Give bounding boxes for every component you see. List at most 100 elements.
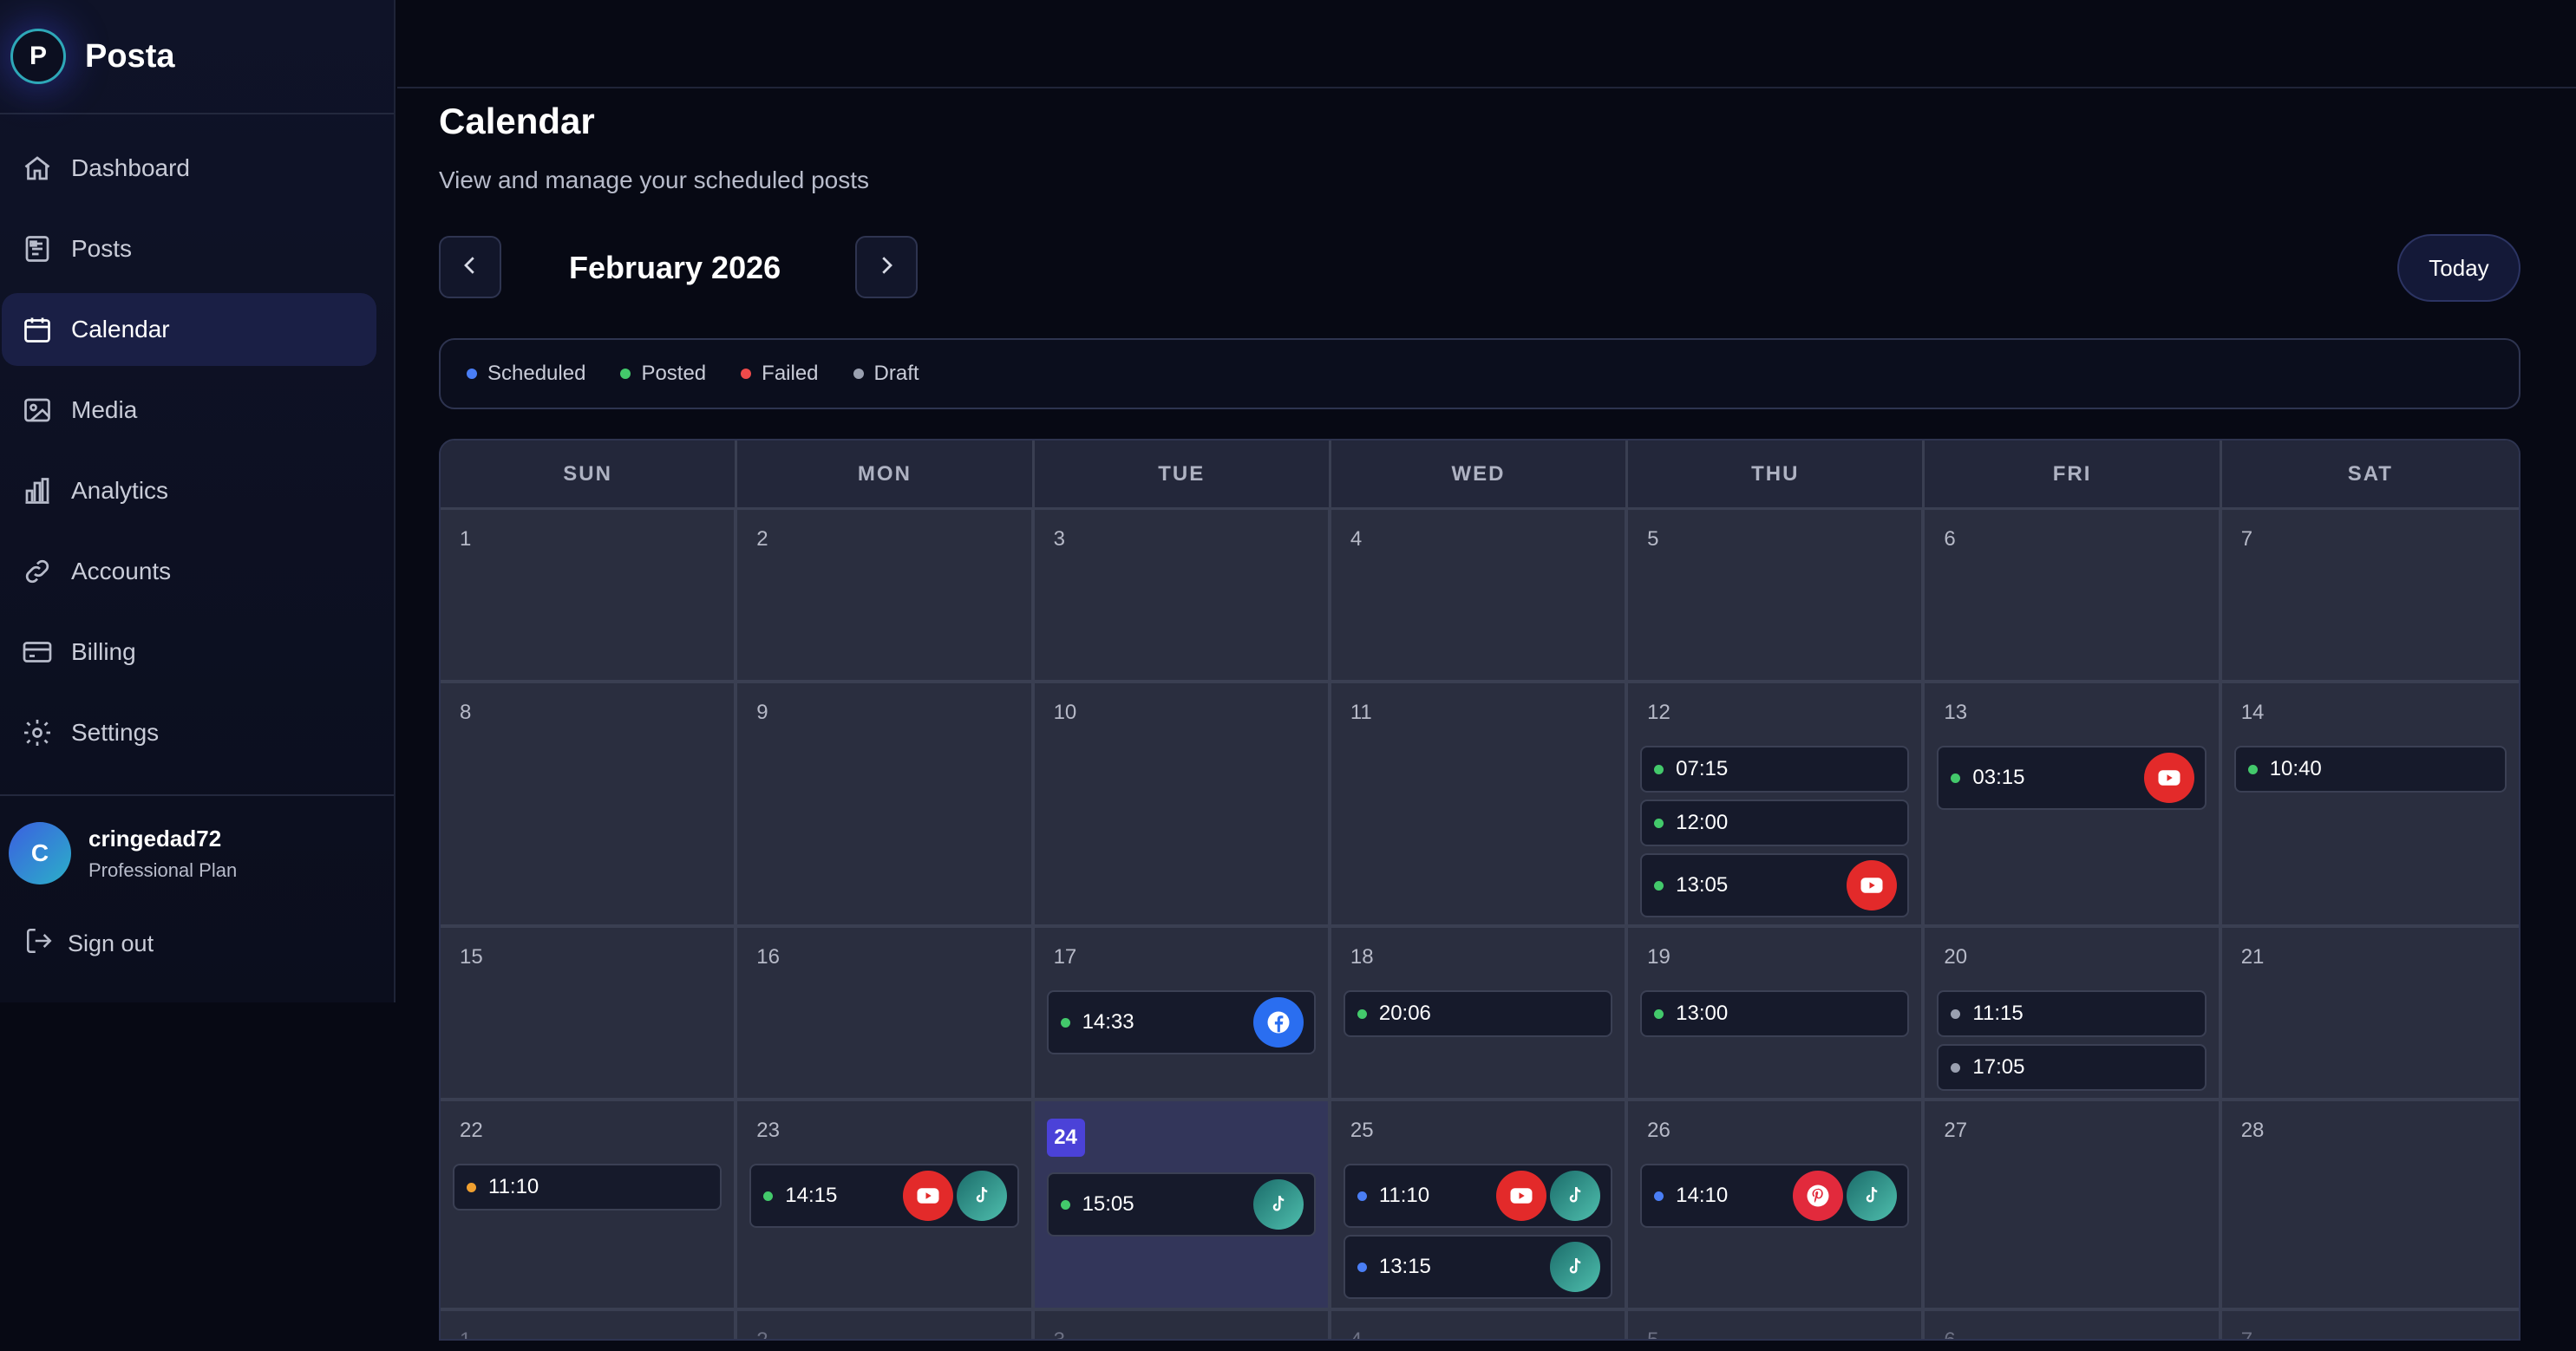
day-events: 14:33: [1046, 990, 1316, 1054]
day-cell[interactable]: 17 14:33: [1034, 928, 1331, 1098]
bar-chart-icon: [21, 474, 54, 507]
image-icon: [21, 394, 54, 427]
status-dot: [1654, 1191, 1664, 1201]
today-button[interactable]: Today: [2397, 234, 2520, 302]
previous-month-button[interactable]: [439, 236, 501, 298]
day-cell[interactable]: 27: [1925, 1101, 2222, 1308]
post-time: 13:15: [1378, 1255, 1431, 1278]
calendar-week: 1 2 3 4 5 6 7: [441, 1311, 2519, 1341]
day-cell[interactable]: 5: [1628, 510, 1925, 680]
status-dot: [1060, 1199, 1070, 1210]
day-cell[interactable]: 19 13:00: [1628, 928, 1925, 1098]
status-dot: [467, 1182, 476, 1192]
day-cell[interactable]: 18 20:06: [1330, 928, 1629, 1098]
sidebar-item-accounts[interactable]: Accounts: [2, 535, 376, 608]
post-event[interactable]: 10:40: [2233, 746, 2507, 793]
day-cell[interactable]: 3: [1034, 1311, 1331, 1339]
day-cell[interactable]: 6: [1925, 1311, 2222, 1339]
credit-card-icon: [21, 636, 54, 669]
post-event[interactable]: 12:00: [1640, 800, 1910, 846]
calendar-week: 8 9 10 11 12 07:15 12:00 13:05 13 03:15 14 10:40: [441, 683, 2519, 928]
status-legend: Scheduled Posted Failed Draft: [439, 338, 2520, 409]
day-cell[interactable]: 7: [2221, 510, 2519, 680]
sidebar-item-settings[interactable]: Settings: [2, 696, 376, 769]
day-cell[interactable]: 12 07:15 12:00 13:05: [1628, 683, 1925, 924]
sidebar-item-dashboard[interactable]: Dashboard: [2, 132, 376, 205]
day-number: 1: [460, 1328, 472, 1341]
day-cell[interactable]: 14 10:40: [2221, 683, 2519, 924]
post-event[interactable]: 14:33: [1046, 990, 1316, 1054]
day-cell[interactable]: 3: [1034, 510, 1331, 680]
day-cell[interactable]: 9: [737, 683, 1035, 924]
sidebar-item-calendar[interactable]: Calendar: [2, 293, 376, 366]
day-number: 14: [2240, 701, 2265, 724]
legend-label: Scheduled: [487, 362, 586, 385]
day-cell[interactable]: 23 14:15: [737, 1101, 1035, 1308]
day-cell[interactable]: 2: [737, 510, 1035, 680]
sidebar-item-label: Analytics: [71, 477, 169, 504]
post-event[interactable]: 13:00: [1640, 990, 1910, 1037]
brand-name: Posta: [85, 37, 175, 75]
sidebar-item-label: Settings: [71, 719, 160, 746]
post-event[interactable]: 13:15: [1343, 1235, 1613, 1299]
post-event[interactable]: 11:15: [1937, 990, 2207, 1037]
post-time: 14:33: [1082, 1010, 1134, 1034]
status-dot: [1357, 1008, 1367, 1019]
day-events: 11:10 13:15: [1343, 1164, 1613, 1299]
post-event[interactable]: 20:06: [1343, 990, 1613, 1037]
brand-logo: P: [10, 29, 66, 84]
weekday-label: WED: [1331, 441, 1629, 507]
weekday-label: THU: [1628, 441, 1925, 507]
day-number: 3: [1053, 527, 1065, 551]
tiktok-icon: [956, 1171, 1007, 1221]
platform-icons: [1843, 860, 1898, 910]
calendar-week: 15 16 17 14:33 18 20:06 19 13:00 20 11:15 17:05 21: [441, 928, 2519, 1101]
user-profile[interactable]: C cringedad72 Professional Plan: [9, 822, 237, 884]
day-cell[interactable]: 10: [1034, 683, 1331, 924]
status-dot: [1951, 773, 1961, 783]
day-number: 18: [1350, 945, 1374, 969]
sidebar-item-analytics[interactable]: Analytics: [2, 454, 376, 527]
day-cell[interactable]: 24 15:05: [1034, 1101, 1331, 1308]
post-event[interactable]: 17:05: [1937, 1044, 2207, 1091]
day-cell[interactable]: 6: [1925, 510, 2222, 680]
day-cell[interactable]: 4: [1330, 510, 1629, 680]
day-cell[interactable]: 7: [2221, 1311, 2519, 1339]
day-cell[interactable]: 28: [2221, 1101, 2519, 1308]
post-event[interactable]: 07:15: [1640, 746, 1910, 793]
sidebar-item-billing[interactable]: Billing: [2, 616, 376, 689]
sidebar-item-posts[interactable]: Posts: [2, 212, 376, 285]
day-number: 5: [1647, 1328, 1659, 1341]
post-event[interactable]: 03:15: [1937, 746, 2207, 810]
day-cell[interactable]: 5: [1628, 1311, 1925, 1341]
sign-out-button[interactable]: Sign out: [24, 926, 154, 962]
post-event[interactable]: 14:10: [1640, 1164, 1910, 1228]
post-time: 10:40: [2269, 757, 2322, 780]
day-cell[interactable]: 2: [737, 1311, 1035, 1339]
post-event[interactable]: 13:05: [1640, 853, 1910, 917]
brand[interactable]: P Posta: [0, 0, 394, 114]
day-cell[interactable]: 20 11:15 17:05: [1925, 928, 2222, 1098]
post-event[interactable]: 14:15: [749, 1164, 1019, 1228]
day-cell[interactable]: 1: [441, 1311, 738, 1341]
day-cell[interactable]: 26 14:10: [1628, 1101, 1925, 1308]
post-event[interactable]: 15:05: [1046, 1172, 1316, 1237]
status-dot: [1654, 818, 1664, 828]
day-cell[interactable]: 11: [1330, 683, 1629, 924]
day-cell[interactable]: 13 03:15: [1925, 683, 2222, 924]
day-number: 16: [756, 945, 780, 969]
day-cell[interactable]: 25 11:10 13:15: [1330, 1101, 1629, 1308]
day-cell[interactable]: 8: [441, 683, 738, 924]
day-cell[interactable]: 22 11:10: [441, 1101, 738, 1308]
day-cell[interactable]: 15: [441, 928, 738, 1098]
day-cell[interactable]: 21: [2221, 928, 2519, 1098]
top-bar: [397, 0, 2576, 88]
day-cell[interactable]: 16: [737, 928, 1035, 1098]
post-event[interactable]: 11:10: [1343, 1164, 1613, 1228]
day-cell[interactable]: 1: [441, 510, 738, 680]
day-cell[interactable]: 4: [1330, 1311, 1629, 1339]
next-month-button[interactable]: [855, 236, 918, 298]
weekday-label: SAT: [2347, 461, 2393, 486]
sidebar-item-media[interactable]: Media: [2, 374, 376, 447]
post-event[interactable]: 11:10: [453, 1164, 722, 1211]
